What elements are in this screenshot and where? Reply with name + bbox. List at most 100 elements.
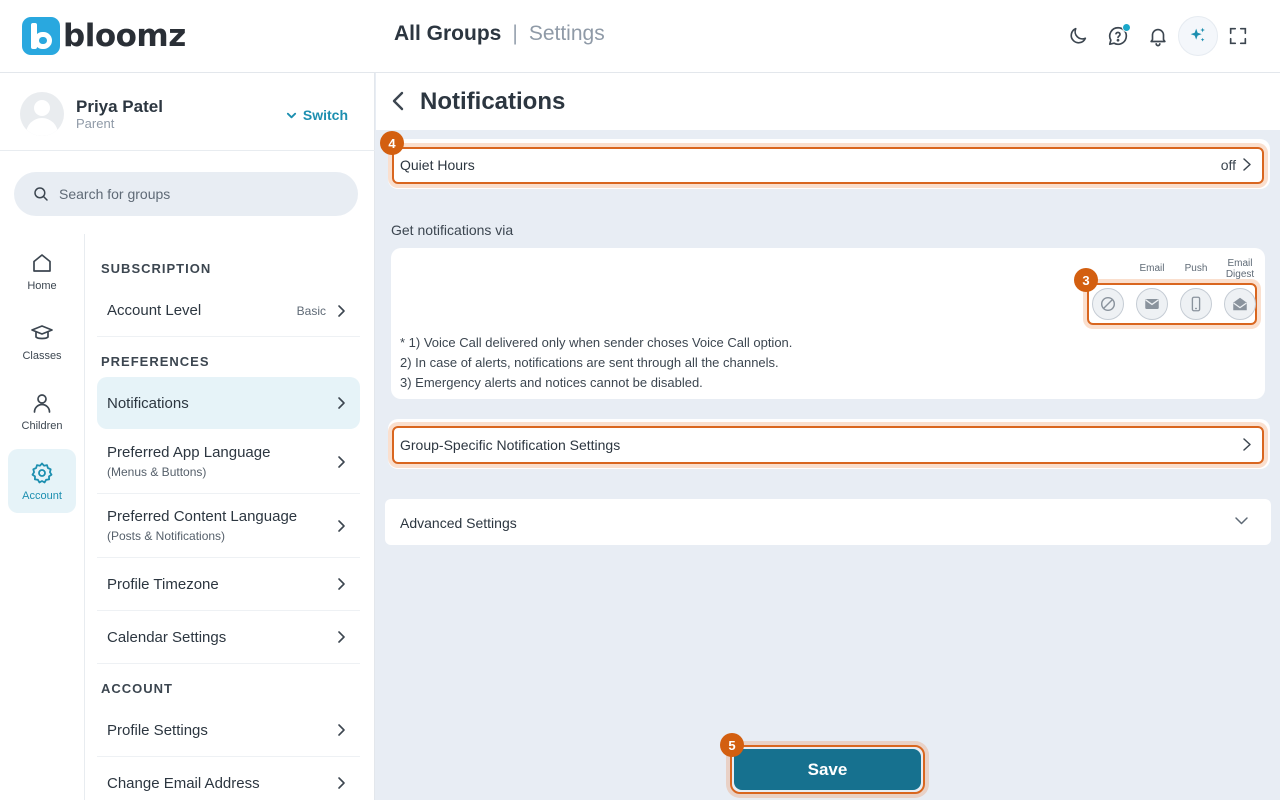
chevron-down-icon xyxy=(286,112,296,118)
channel-note-3: 3) Emergency alerts and notices cannot b… xyxy=(400,375,703,390)
timezone-label: Profile Timezone xyxy=(107,575,219,593)
page-title: Notifications xyxy=(420,88,566,115)
left-panel: Priya Patel Parent Switch Home Classes C… xyxy=(0,73,375,800)
push-channel-header: Push xyxy=(1184,263,1208,274)
step-badge-3: 3 xyxy=(1074,268,1098,292)
fullscreen-button[interactable] xyxy=(1218,16,1258,56)
graduation-cap-icon xyxy=(31,324,53,339)
profile-settings-label: Profile Settings xyxy=(107,721,208,739)
notifications-bell-button[interactable] xyxy=(1138,16,1178,56)
quiet-hours-value: off xyxy=(1220,157,1236,173)
switch-profile-button[interactable]: Switch xyxy=(286,107,348,123)
rail-label-children: Children xyxy=(21,419,63,432)
moon-icon xyxy=(1070,27,1087,44)
quiet-hours-label: Quiet Hours xyxy=(400,157,475,173)
main-header: Notifications xyxy=(376,73,1280,130)
step-badge-5: 5 xyxy=(720,733,744,757)
home-icon xyxy=(33,253,51,272)
menu-item-calendar[interactable]: Calendar Settings xyxy=(97,611,360,664)
email-channel-toggle[interactable] xyxy=(1136,288,1168,320)
group-search[interactable] xyxy=(14,172,358,216)
back-arrow-icon[interactable] xyxy=(390,90,406,112)
fullscreen-icon xyxy=(1229,27,1247,45)
voice-disabled-toggle[interactable] xyxy=(1092,288,1124,320)
help-notification-dot xyxy=(1122,23,1131,32)
settings-menu: SUBSCRIPTION Account Level Basic PREFERE… xyxy=(85,234,375,800)
rail-label-account: Account xyxy=(22,489,62,502)
rail-item-home[interactable]: Home xyxy=(8,239,76,303)
gear-icon xyxy=(31,462,53,483)
digest-channel-header: Email Digest xyxy=(1225,258,1255,280)
rail-item-account[interactable]: Account xyxy=(8,449,76,513)
chevron-right-icon xyxy=(338,724,345,736)
dark-mode-button[interactable] xyxy=(1058,16,1098,56)
account-level-label: Account Level xyxy=(107,302,202,319)
save-button[interactable]: Save xyxy=(734,749,921,790)
subscription-section-title: SUBSCRIPTION xyxy=(101,261,212,276)
menu-item-notifications[interactable]: Notifications xyxy=(97,377,360,429)
menu-item-content-language[interactable]: Preferred Content Language (Posts & Noti… xyxy=(97,494,360,558)
menu-item-timezone[interactable]: Profile Timezone xyxy=(97,558,360,611)
top-icons xyxy=(1058,16,1258,56)
rail-label-classes: Classes xyxy=(22,349,62,362)
page-breadcrumb: All Groups | Settings xyxy=(394,22,605,46)
bell-icon xyxy=(1150,28,1166,47)
profile-name: Priya Patel xyxy=(76,97,163,116)
chevron-right-icon xyxy=(338,455,345,468)
chevron-right-icon xyxy=(338,777,345,789)
chevron-right-icon xyxy=(338,304,345,317)
sparkle-icon xyxy=(1190,27,1205,42)
blocked-icon xyxy=(1100,296,1116,312)
chevron-right-icon xyxy=(338,397,345,409)
bloomz-logo[interactable]: bloomz xyxy=(22,16,186,56)
content-language-sub: (Posts & Notifications) xyxy=(107,529,226,543)
push-channel-toggle[interactable] xyxy=(1180,288,1212,320)
chevron-down-icon xyxy=(1235,517,1248,525)
preferences-section-title: PREFERENCES xyxy=(101,354,210,369)
profile-role: Parent xyxy=(76,116,115,131)
email-channel-header: Email xyxy=(1139,263,1165,274)
envelope-icon xyxy=(1145,299,1159,309)
menu-item-change-email[interactable]: Change Email Address xyxy=(97,757,360,800)
change-email-label: Change Email Address xyxy=(107,774,260,792)
menu-item-account-level[interactable]: Account Level Basic xyxy=(97,285,360,337)
chevron-right-icon xyxy=(1243,438,1251,451)
settings-title: Settings xyxy=(528,22,605,45)
chevron-right-icon xyxy=(338,519,345,532)
group-specific-label: Group-Specific Notification Settings xyxy=(400,437,621,453)
top-bar: bloomz All Groups | Settings xyxy=(0,0,1280,73)
title-separator: | xyxy=(512,22,518,45)
menu-item-app-language[interactable]: Preferred App Language (Menus & Buttons) xyxy=(97,430,360,494)
calendar-label: Calendar Settings xyxy=(107,628,227,646)
ai-assistant-button[interactable] xyxy=(1178,16,1218,56)
chevron-right-icon xyxy=(338,578,345,590)
channel-note-1: * 1) Voice Call delivered only when send… xyxy=(400,335,793,350)
avatar[interactable] xyxy=(20,92,64,136)
account-section-title: ACCOUNT xyxy=(101,681,173,696)
help-button[interactable] xyxy=(1098,16,1138,56)
chevron-right-icon xyxy=(1243,158,1251,171)
email-digest-toggle[interactable] xyxy=(1224,288,1256,320)
switch-label: Switch xyxy=(302,107,348,123)
all-groups-title[interactable]: All Groups xyxy=(394,22,501,46)
menu-item-profile-settings[interactable]: Profile Settings xyxy=(97,704,360,757)
search-icon xyxy=(34,187,48,201)
icon-rail: Home Classes Children Account xyxy=(0,234,85,800)
notifications-label: Notifications xyxy=(107,394,189,412)
notifications-via-label: Get notifications via xyxy=(391,222,514,238)
account-level-value: Basic xyxy=(296,303,326,318)
logo-mark-icon xyxy=(22,17,60,55)
quiet-hours-row[interactable] xyxy=(392,147,1264,184)
rail-item-classes[interactable]: Classes xyxy=(8,309,76,373)
person-icon xyxy=(33,393,51,413)
app-language-label: Preferred App Language xyxy=(107,444,271,461)
channel-note-2: 2) In case of alerts, notifications are … xyxy=(400,355,779,370)
rail-item-children[interactable]: Children xyxy=(8,379,76,443)
content-language-label: Preferred Content Language xyxy=(107,508,298,525)
advanced-settings-row[interactable] xyxy=(385,499,1271,545)
advanced-settings-label: Advanced Settings xyxy=(400,515,517,531)
open-envelope-icon xyxy=(1233,297,1247,311)
logo-text: bloomz xyxy=(63,18,186,54)
search-input[interactable] xyxy=(59,186,339,202)
chevron-right-icon xyxy=(338,631,345,643)
